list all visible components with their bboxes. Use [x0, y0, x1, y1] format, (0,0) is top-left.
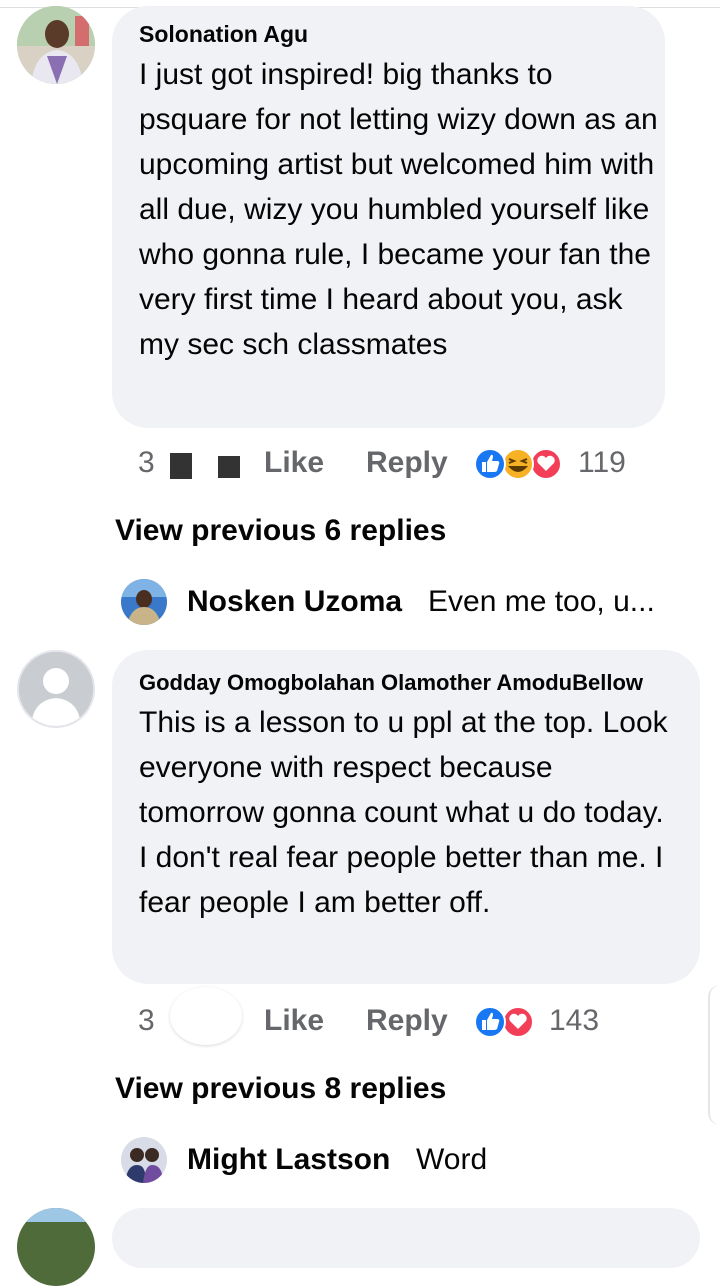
redacted-box-icon	[170, 453, 192, 479]
comment-time[interactable]: 3	[138, 446, 155, 480]
like-icon	[474, 1006, 506, 1038]
love-icon	[530, 448, 562, 480]
avatar-default-profile[interactable]	[17, 650, 95, 728]
reply-author[interactable]: Might Lastson	[187, 1143, 390, 1177]
comment-bubble	[112, 1208, 700, 1268]
view-previous-replies-link[interactable]: View previous 6 replies	[115, 514, 446, 548]
like-button[interactable]: Like	[264, 1004, 324, 1038]
haha-icon	[502, 448, 534, 480]
redacted-box-icon	[218, 456, 240, 478]
view-previous-replies-link[interactable]: View previous 8 replies	[115, 1072, 446, 1106]
reply-author[interactable]: Nosken Uzoma	[187, 585, 402, 619]
reply-preview-text[interactable]: Word	[416, 1143, 487, 1177]
reply-button[interactable]: Reply	[366, 1004, 448, 1038]
scroll-edge	[708, 985, 720, 1125]
reaction-popover	[170, 987, 242, 1045]
reply-button[interactable]: Reply	[366, 446, 448, 480]
like-icon	[474, 448, 506, 480]
comment-time[interactable]: 3	[138, 1004, 155, 1038]
comment-text: This is a lesson to u ppl at the top. Lo…	[139, 706, 668, 919]
comment-author[interactable]: Solonation Agu	[139, 21, 308, 48]
avatar-next-comment[interactable]	[17, 1208, 95, 1286]
comment-text: I just got inspired! big thanks to psqua…	[139, 58, 658, 361]
avatar-might-lastson[interactable]	[121, 1137, 167, 1183]
reply-preview-text[interactable]: Even me too, u...	[428, 585, 655, 619]
love-icon	[502, 1006, 534, 1038]
reactions-summary[interactable]	[474, 1005, 538, 1039]
avatar-solonation-agu[interactable]	[17, 6, 95, 84]
avatar-nosken-uzoma[interactable]	[121, 579, 167, 625]
reaction-count[interactable]: 143	[549, 1004, 599, 1038]
reaction-count[interactable]: 119	[578, 446, 626, 480]
reactions-summary[interactable]	[474, 447, 566, 481]
comment-author[interactable]: Godday Omogbolahan Olamother AmoduBellow	[139, 670, 643, 696]
like-button[interactable]: Like	[264, 446, 324, 480]
